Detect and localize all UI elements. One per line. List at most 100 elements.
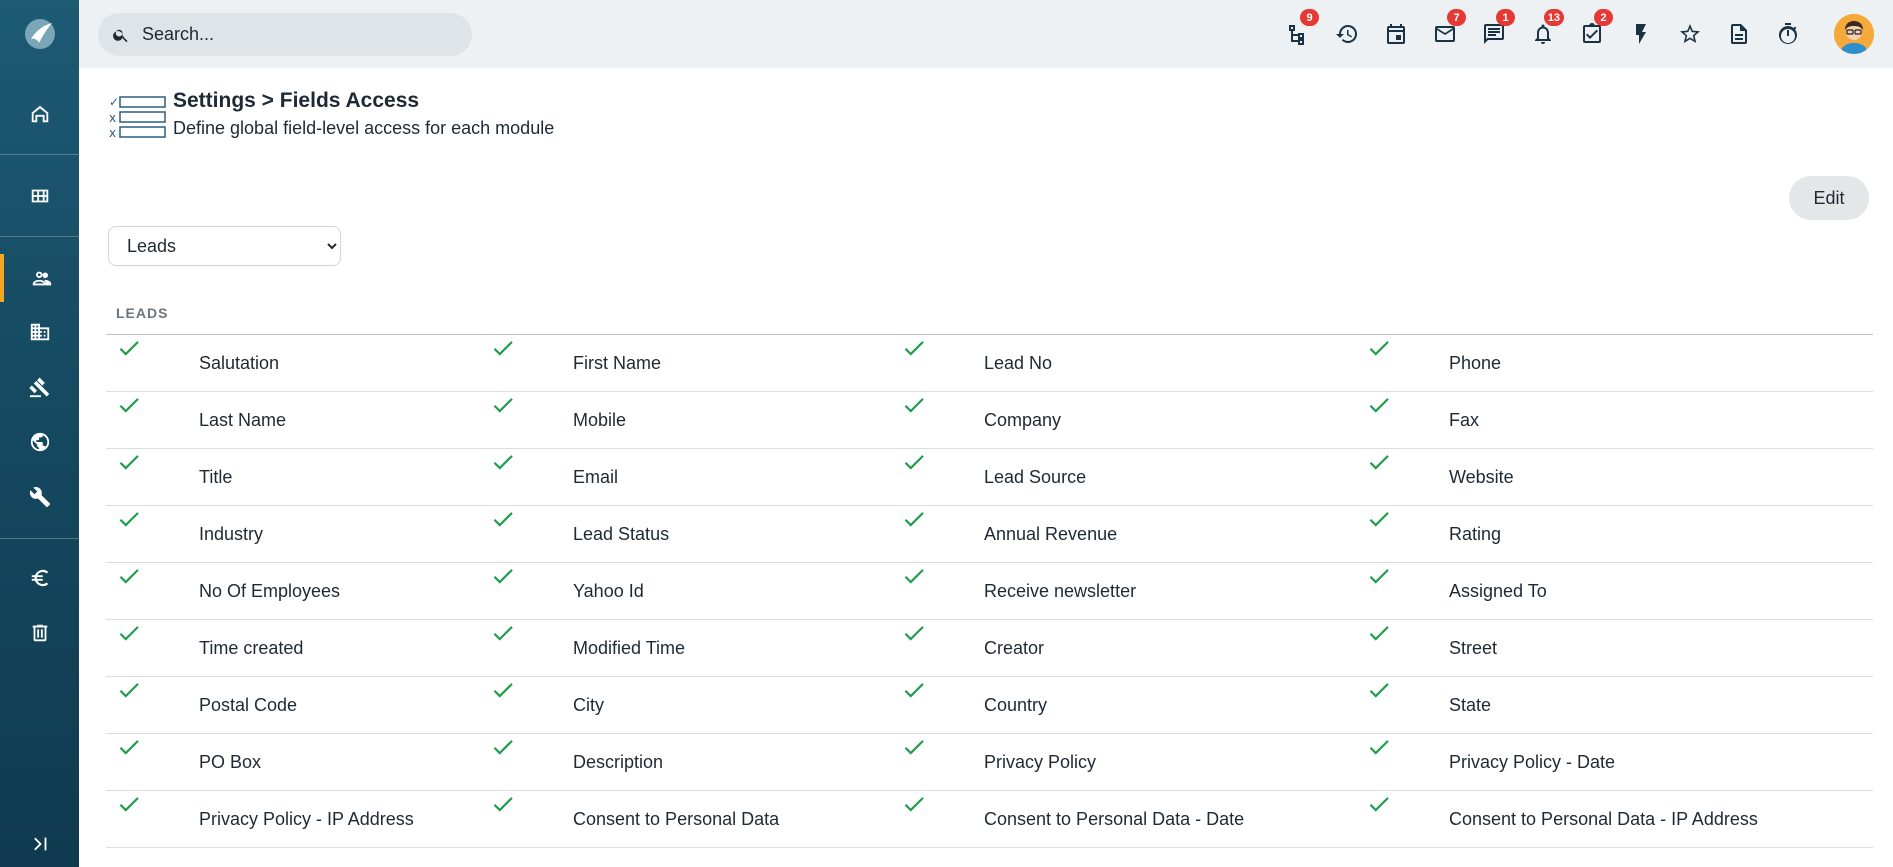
tasks-badge: 2 [1594,9,1613,26]
field-label: Consent to Personal Data [573,809,780,829]
check-icon[interactable] [901,791,927,817]
sidebar-item-web[interactable] [0,420,79,464]
check-icon[interactable] [901,335,927,361]
history-icon [1336,24,1358,43]
search-box[interactable] [98,13,472,56]
field-label: Annual Revenue [984,524,1118,544]
field-label: Time created [199,638,304,658]
check-icon[interactable] [490,506,516,532]
check-icon[interactable] [116,449,142,475]
field-label: Assigned To [1449,581,1547,601]
check-icon[interactable] [490,734,516,760]
sidebar-item-contacts[interactable] [0,254,79,302]
module-select[interactable]: Leads [108,226,341,266]
field-label: Yahoo Id [573,581,644,601]
documents-button[interactable] [1723,17,1755,51]
timer-icon [1778,23,1797,45]
grid-icon [31,189,48,203]
sidebar-expand-button[interactable] [0,822,79,866]
sidebar-divider [0,538,79,539]
gavel-icon [28,377,49,398]
check-icon[interactable] [1366,449,1392,475]
wrench-icon [29,487,50,508]
lightning-icon [1636,24,1646,44]
favorites-button[interactable] [1674,17,1706,51]
check-icon[interactable] [116,506,142,532]
check-icon[interactable] [116,620,142,646]
check-icon[interactable] [490,392,516,418]
sidebar-item-recycle-bin[interactable] [0,611,79,655]
check-icon[interactable] [1366,563,1392,589]
check-icon[interactable] [1366,791,1392,817]
check-icon[interactable] [116,392,142,418]
check-icon[interactable] [490,335,516,361]
check-icon[interactable] [901,677,927,703]
check-icon[interactable] [901,734,927,760]
check-icon[interactable] [490,620,516,646]
fields-access-icon: ✓ x x [109,95,166,139]
field-label: Receive newsletter [984,581,1137,601]
edit-button[interactable]: Edit [1789,176,1869,220]
top-bar: 9 7 1 13 2 [79,0,1893,68]
field-label: Modified Time [573,638,686,658]
trash-icon [32,624,47,642]
check-icon[interactable] [901,506,927,532]
tasks-button[interactable]: 2 [1576,9,1613,51]
sidebar-item-finance[interactable] [0,556,79,600]
workflow-button[interactable]: 9 [1282,9,1319,51]
globe-icon [30,432,49,452]
field-label: Privacy Policy - Date [1449,752,1616,772]
history-button[interactable] [1331,17,1363,51]
check-icon[interactable] [901,620,927,646]
chat-button[interactable]: 1 [1478,9,1515,51]
sidebar-item-settings[interactable] [0,475,79,519]
check-icon[interactable] [116,791,142,817]
check-icon[interactable] [1366,677,1392,703]
check-icon[interactable] [1366,620,1392,646]
check-icon[interactable] [116,335,142,361]
check-icon[interactable] [901,449,927,475]
field-label: Email [573,467,619,487]
check-icon[interactable] [1366,335,1392,361]
mail-button[interactable]: 7 [1429,9,1466,51]
check-icon[interactable] [1366,392,1392,418]
check-icon[interactable] [901,563,927,589]
field-label: Last Name [199,410,287,430]
field-label: State [1449,695,1492,715]
check-icon[interactable] [901,392,927,418]
field-label: Website [1449,467,1514,487]
table-row: Salutation First Name Lead No Phone [106,334,1873,391]
timer-button[interactable] [1772,17,1804,51]
quick-actions-button[interactable] [1625,17,1657,51]
check-icon[interactable] [490,677,516,703]
section-label: LEADS [116,305,169,321]
calendar-button[interactable] [1380,17,1412,51]
field-label: Rating [1449,524,1502,544]
check-icon[interactable] [116,563,142,589]
sidebar-item-organizations[interactable] [0,310,79,354]
check-icon[interactable] [1366,734,1392,760]
notifications-button[interactable]: 13 [1527,9,1564,51]
avatar[interactable] [1834,14,1874,54]
sidebar-item-home[interactable] [0,92,79,136]
table-row: Postal Code City Country State [106,676,1873,733]
notifications-badge: 13 [1543,9,1564,26]
field-label: Mobile [573,410,627,430]
app-logo[interactable] [0,0,79,68]
field-label: Description [573,752,664,772]
check-icon[interactable] [116,734,142,760]
check-icon[interactable] [490,449,516,475]
check-icon[interactable] [1366,506,1392,532]
check-icon[interactable] [116,677,142,703]
field-label: Street [1449,638,1498,658]
search-icon [113,29,128,42]
sidebar [0,0,79,867]
field-label: Lead Status [573,524,670,544]
check-icon[interactable] [490,563,516,589]
check-icon[interactable] [490,791,516,817]
sidebar-item-tools[interactable] [0,365,79,409]
search-input[interactable] [142,24,442,45]
table-row: Time created Modified Time Creator Street [106,619,1873,676]
chat-badge: 1 [1496,9,1515,26]
sidebar-item-dashboard[interactable] [0,174,79,218]
